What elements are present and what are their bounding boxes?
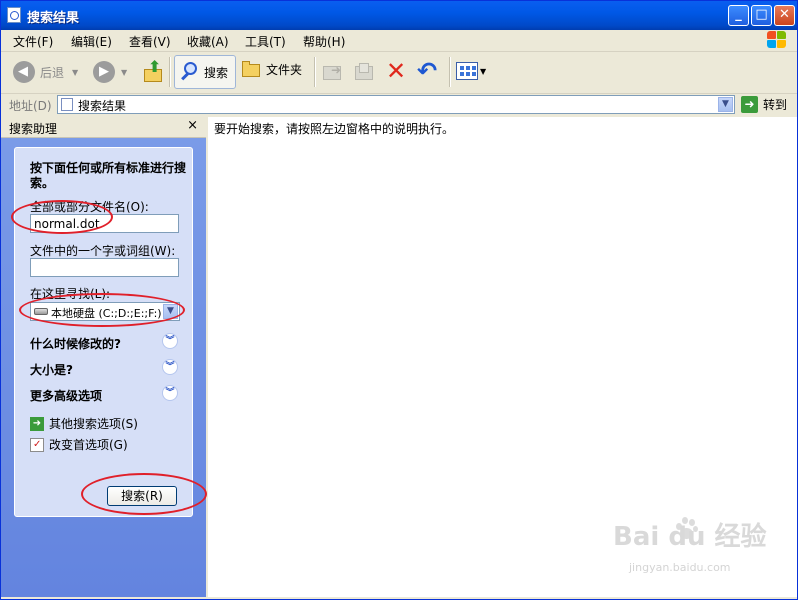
checklist-icon: ✓ — [30, 437, 44, 452]
search-label: 搜索 — [204, 65, 229, 80]
phrase-label: 文件中的一个字或词组(W): — [30, 244, 176, 258]
maximize-button[interactable]: □ — [751, 5, 772, 26]
go-label: 转到 — [763, 98, 788, 112]
lookin-dropdown-icon[interactable]: ▼ — [163, 304, 178, 319]
go-arrow-icon: ➜ — [741, 96, 758, 113]
address-bar: 地址(D) 搜索结果 ▼ ➜ 转到 — [1, 94, 797, 116]
explorer-window: 搜索结果 _ □ ✕ 文件(F) 编辑(E) 查看(V) 收藏(A) 工具(T)… — [0, 0, 798, 600]
forward-button[interactable]: ▶ ▼ — [93, 61, 127, 83]
search-results-icon — [61, 98, 73, 111]
address-value: 搜索结果 — [78, 99, 127, 113]
hard-drive-icon — [34, 308, 48, 315]
other-search-options-link[interactable]: ➜ 其他搜索选项(S) — [30, 415, 138, 432]
address-input[interactable]: 搜索结果 ▼ — [57, 95, 735, 114]
undo-icon: ↶ — [417, 57, 438, 85]
toolbar: ◀ 后退 ▼ ▶ ▼ ⬆ 搜索 文件夹 ➜ ✕ ↶ ▼ — [1, 52, 797, 94]
folders-button[interactable]: 文件夹 — [241, 61, 302, 78]
delete-x-icon: ✕ — [386, 57, 407, 85]
address-dropdown-icon[interactable]: ▼ — [718, 97, 733, 112]
lookin-label: 在这里寻找(L): — [30, 287, 111, 301]
views-dropdown-icon[interactable]: ▼ — [480, 67, 486, 76]
copy-to-button[interactable] — [353, 61, 377, 83]
folder-icon — [241, 61, 261, 78]
menu-help[interactable]: 帮助(H) — [303, 33, 345, 50]
search-window-icon — [7, 7, 21, 23]
copy-to-icon — [353, 61, 377, 83]
filename-label: 全部或部分文件名(O): — [30, 200, 149, 214]
move-to-button[interactable]: ➜ — [321, 61, 345, 83]
menu-tools[interactable]: 工具(T) — [245, 33, 286, 50]
forward-arrow-icon: ▶ — [93, 61, 115, 83]
green-arrow-icon: ➜ — [30, 416, 44, 431]
magnifier-icon — [179, 61, 201, 83]
results-instruction: 要开始搜索，请按照左边窗格中的说明执行。 — [214, 122, 455, 136]
search-instructions: 按下面任何或所有标准进行搜索。 — [30, 161, 187, 190]
filename-input[interactable] — [30, 214, 179, 233]
menu-edit[interactable]: 编辑(E) — [71, 33, 112, 50]
delete-button[interactable]: ✕ — [386, 59, 406, 83]
menu-view[interactable]: 查看(V) — [129, 33, 171, 50]
change-preferences-label: 改变首选项(G) — [49, 438, 128, 452]
folders-label: 文件夹 — [266, 63, 303, 77]
title-bar[interactable]: 搜索结果 _ □ ✕ — [1, 1, 797, 30]
when-modified-label: 什么时候修改的? — [30, 337, 121, 351]
other-search-options-label: 其他搜索选项(S) — [49, 417, 138, 431]
watermark-brand: Bai du 经验 — [613, 522, 767, 552]
double-chevron-down-icon[interactable]: ︾ — [162, 359, 178, 375]
search-criteria-card: 按下面任何或所有标准进行搜索。 全部或部分文件名(O): 文件中的一个字或词组(… — [14, 147, 193, 517]
lookin-select[interactable]: 本地硬盘 (C:;D:;E:;F:) ▼ — [30, 302, 180, 321]
back-dropdown-icon[interactable]: ▼ — [72, 68, 78, 77]
back-button[interactable]: ◀ 后退 ▼ — [13, 61, 78, 83]
views-grid-icon — [456, 62, 478, 80]
minimize-button[interactable]: _ — [728, 5, 749, 26]
move-to-icon: ➜ — [321, 61, 345, 83]
search-submit-button[interactable]: 搜索(R) — [107, 486, 177, 506]
undo-button[interactable]: ↶ — [417, 59, 437, 83]
panel-header: 搜索助理 × — [1, 117, 206, 138]
double-chevron-down-icon[interactable]: ︾ — [162, 333, 178, 349]
up-folder-button[interactable]: ⬆ — [142, 59, 164, 83]
lookin-value: 本地硬盘 (C:;D:;E:;F:) — [51, 307, 162, 320]
window-title: 搜索结果 — [27, 11, 80, 26]
back-label: 后退 — [40, 65, 65, 80]
go-button[interactable]: ➜ 转到 — [741, 96, 787, 113]
search-button-toolbar[interactable]: 搜索 — [174, 55, 236, 89]
up-folder-icon: ⬆ — [142, 59, 164, 83]
address-label: 地址(D) — [9, 99, 52, 113]
watermark-url: jingyan.baidu.com — [629, 561, 731, 574]
advanced-label: 更多高级选项 — [30, 389, 103, 403]
advanced-expander[interactable]: 更多高级选项 ︾ — [30, 385, 178, 403]
forward-dropdown-icon[interactable]: ▼ — [121, 68, 127, 77]
double-chevron-down-icon[interactable]: ︾ — [162, 385, 178, 401]
change-preferences-link[interactable]: ✓ 改变首选项(G) — [30, 436, 128, 453]
close-button[interactable]: ✕ — [774, 5, 795, 26]
panel-title: 搜索助理 — [9, 122, 58, 136]
views-button[interactable]: ▼ — [456, 62, 486, 80]
size-expander[interactable]: 大小是? ︾ — [30, 359, 178, 377]
search-companion-panel: 搜索助理 × 按下面任何或所有标准进行搜索。 全部或部分文件名(O): 文件中的… — [1, 117, 207, 597]
windows-logo-icon — [767, 31, 787, 50]
when-modified-expander[interactable]: 什么时候修改的? ︾ — [30, 333, 178, 351]
panel-close-icon[interactable]: × — [187, 118, 198, 133]
size-label: 大小是? — [30, 363, 73, 377]
phrase-input[interactable] — [30, 258, 179, 277]
back-arrow-icon: ◀ — [13, 61, 35, 83]
menu-file[interactable]: 文件(F) — [13, 33, 53, 50]
menu-favorites[interactable]: 收藏(A) — [187, 33, 229, 50]
menu-bar: 文件(F) 编辑(E) 查看(V) 收藏(A) 工具(T) 帮助(H) — [1, 30, 797, 52]
